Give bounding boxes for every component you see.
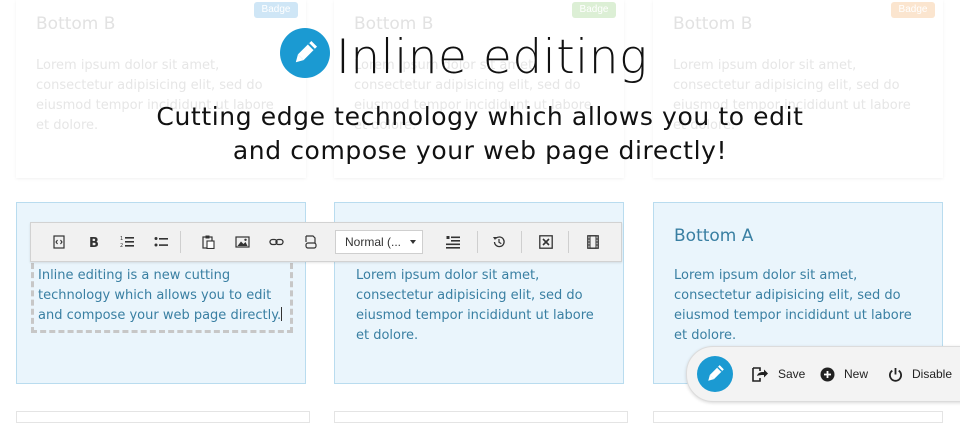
source-icon (53, 235, 65, 249)
plus-circle-icon (820, 367, 835, 381)
format-select-value: Normal (... (345, 235, 402, 249)
new-button[interactable]: New (820, 363, 868, 385)
bold-icon: B (89, 236, 99, 249)
media-icon (587, 235, 599, 249)
numbered-list-button[interactable]: 12 (115, 230, 139, 254)
image-button[interactable] (230, 230, 254, 254)
toolbar-separator (477, 231, 478, 253)
editor-toolbar: B 12 Normal (... (30, 222, 622, 262)
link-icon (268, 238, 284, 246)
remove-format-button[interactable] (534, 230, 558, 254)
card-title: Bottom B (673, 14, 753, 34)
history-button[interactable] (487, 230, 511, 254)
format-icon (446, 236, 460, 249)
hero-subtitle: Cutting edge technology which allows you… (0, 100, 960, 168)
link-button[interactable] (264, 230, 288, 254)
paste-button[interactable] (196, 230, 220, 254)
card-badge: Badge (572, 2, 616, 18)
pencil-icon (295, 40, 318, 63)
card-badge: Badge (254, 2, 298, 18)
media-button[interactable] (581, 230, 605, 254)
hero-subtitle-line: Cutting edge technology which allows you… (156, 102, 804, 131)
save-icon (752, 366, 768, 382)
card-badge: Badge (891, 2, 935, 18)
svg-text:2: 2 (120, 243, 123, 249)
chevron-down-icon (410, 240, 416, 244)
power-icon (889, 367, 902, 382)
source-button[interactable] (47, 230, 71, 254)
pencil-icon (708, 365, 724, 381)
disable-label: Disable (912, 367, 953, 381)
image-icon (234, 236, 250, 248)
format-select[interactable]: Normal (... (335, 230, 423, 254)
card-title: Bottom B (36, 14, 116, 34)
box-title: Bottom A (674, 226, 754, 246)
inline-editing-bar: Save New Disable (686, 346, 960, 402)
remove-format-icon (539, 235, 553, 249)
format-button[interactable] (441, 230, 465, 254)
bold-button[interactable]: B (81, 230, 105, 254)
box-text: Lorem ipsum dolor sit amet, consectetur … (356, 268, 594, 343)
bottom-card-1 (16, 411, 310, 423)
editable-text[interactable]: Inline editing is a new cutting technolo… (38, 266, 288, 326)
editable-text-content: Inline editing is a new cutting technolo… (38, 268, 282, 323)
logo[interactable] (697, 356, 733, 392)
toolbar-separator (521, 231, 522, 253)
bulleted-list-button[interactable] (149, 230, 173, 254)
text-caret (281, 307, 283, 321)
disable-button[interactable]: Disable (888, 363, 952, 385)
paste-icon (202, 235, 215, 249)
logo (280, 28, 330, 78)
hero-title: Inline editing (336, 30, 648, 85)
bottom-card-2 (334, 411, 628, 423)
svg-text:B: B (89, 236, 99, 249)
svg-text:1: 1 (120, 236, 123, 242)
numbered-list-icon: 12 (120, 236, 134, 249)
save-label: Save (778, 367, 806, 381)
toolbar-separator (180, 231, 181, 253)
unlink-button[interactable] (298, 230, 322, 254)
toolbar-separator (568, 231, 569, 253)
hero-subtitle-line: and compose your web page directly! (232, 136, 728, 165)
unlink-icon (304, 235, 317, 249)
bulleted-list-icon (154, 237, 168, 247)
save-button[interactable]: Save (752, 363, 805, 385)
history-icon (493, 236, 505, 248)
bottom-card-3 (653, 411, 943, 423)
box-text: Lorem ipsum dolor sit amet, consectetur … (674, 268, 912, 343)
new-label: New (844, 367, 869, 381)
